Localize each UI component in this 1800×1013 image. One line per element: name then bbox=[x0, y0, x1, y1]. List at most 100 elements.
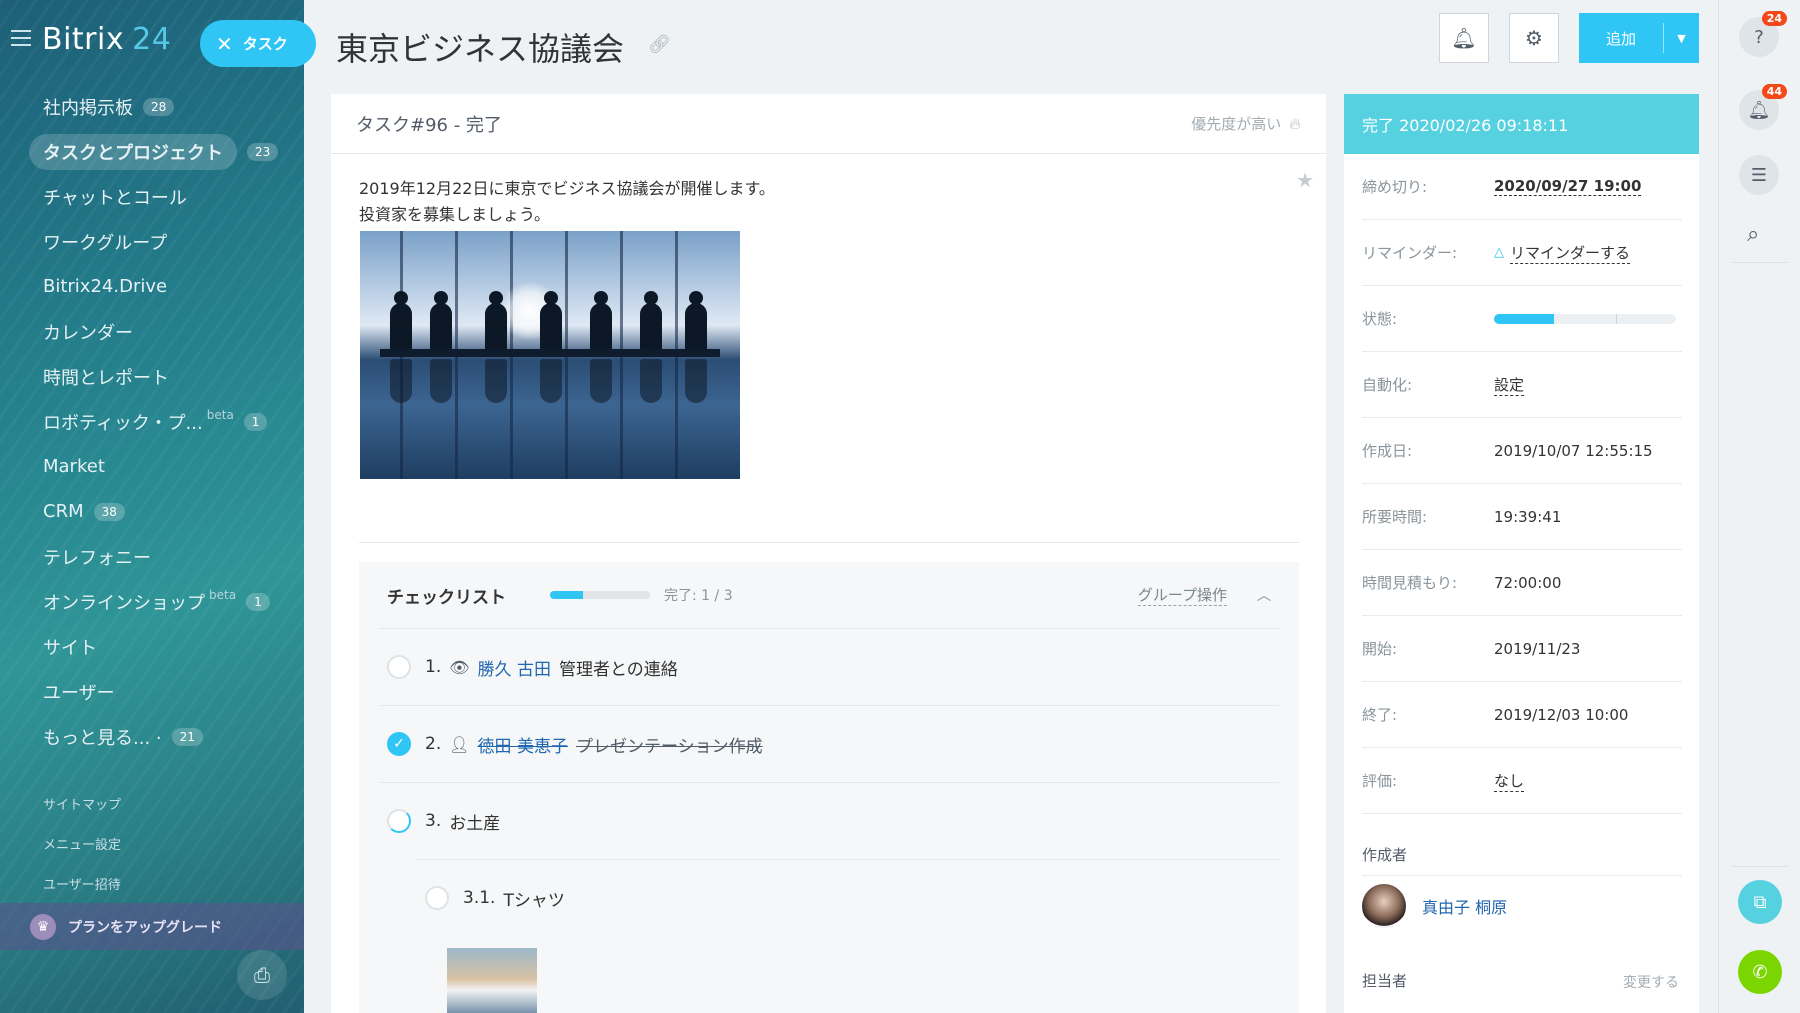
created-row: 作成日: 2019/10/07 12:55:15 bbox=[1362, 418, 1682, 484]
star-icon[interactable]: ★ bbox=[1296, 168, 1314, 192]
menu-settings-link[interactable]: メニュー設定 bbox=[43, 834, 121, 853]
checkbox-checked[interactable]: ✓ bbox=[387, 732, 411, 756]
task-pill-label: タスク bbox=[242, 35, 288, 53]
checklist-progress-bar bbox=[550, 591, 650, 599]
app-logo[interactable]: Bitrix 24 bbox=[42, 22, 171, 57]
field-label: 開始: bbox=[1362, 640, 1398, 658]
reflection bbox=[430, 359, 452, 403]
field-label: 自動化: bbox=[1362, 376, 1413, 394]
settings-button[interactable]: ⚙ bbox=[1509, 13, 1559, 63]
phone-button[interactable]: ✆ bbox=[1738, 950, 1782, 994]
sidebar-item-label: ユーザー bbox=[43, 682, 115, 704]
count-badge: 1 bbox=[246, 592, 270, 611]
rating-link[interactable]: なし bbox=[1494, 770, 1525, 792]
sidebar-item-drive[interactable]: Bitrix24.Drive bbox=[0, 264, 304, 309]
sidebar-item-calendar[interactable]: カレンダー bbox=[0, 309, 304, 354]
silhouette bbox=[430, 291, 452, 351]
item-text[interactable]: 管理者との連絡 bbox=[559, 655, 678, 680]
count-badge: 1 bbox=[243, 412, 268, 431]
sidebar-item-sites[interactable]: サイト bbox=[0, 624, 304, 669]
bell-icon: 🔔︎ bbox=[1747, 99, 1771, 121]
avatar[interactable] bbox=[1362, 884, 1406, 928]
user-icon: 👤︎ bbox=[449, 734, 470, 754]
deadline-value[interactable]: 2020/09/27 19:00 bbox=[1494, 177, 1642, 196]
question-icon: ? bbox=[1754, 26, 1764, 48]
sidebar-item-online-shop[interactable]: オンラインショップ beta 1 bbox=[0, 579, 304, 624]
creator-name-link[interactable]: 真由子 桐原 bbox=[1422, 894, 1507, 918]
checklist-item: 3. お土産 bbox=[379, 782, 1279, 859]
search-icon[interactable]: ⌕ bbox=[1747, 222, 1759, 247]
checkbox[interactable] bbox=[387, 655, 411, 679]
sidebar-item-label: CRM bbox=[43, 501, 84, 522]
start-row: 開始: 2019/11/23 bbox=[1362, 616, 1682, 682]
sitemap-link[interactable]: サイトマップ bbox=[43, 794, 121, 813]
item-text[interactable]: Tシャツ bbox=[503, 886, 564, 911]
flame-icon[interactable]: 🔥︎ bbox=[1289, 114, 1301, 134]
chevron-down-icon[interactable]: ▼ bbox=[1664, 32, 1699, 45]
sidebar-item-chat[interactable]: チャットとコール bbox=[0, 174, 304, 219]
help-button[interactable]: ? 24 bbox=[1739, 11, 1787, 57]
silhouette bbox=[685, 291, 707, 351]
silhouette bbox=[640, 291, 662, 351]
printer-icon[interactable]: ⎙ bbox=[237, 950, 287, 1000]
notifications-button[interactable]: 🔔︎ 44 bbox=[1739, 84, 1787, 130]
end-value: 2019/12/03 10:00 bbox=[1494, 705, 1629, 724]
silhouette bbox=[390, 291, 412, 351]
screen-icon: ⧉ bbox=[1753, 891, 1767, 913]
bell-button[interactable]: 🔔︎ bbox=[1439, 13, 1489, 63]
tshirt-thumbnail[interactable] bbox=[447, 948, 537, 1013]
sidebar-item-market[interactable]: Market bbox=[0, 444, 304, 489]
chat-button[interactable]: ☰ bbox=[1739, 155, 1779, 195]
group-action-link[interactable]: グループ操作 bbox=[1137, 584, 1227, 606]
sidebar-item-workgroups[interactable]: ワークグループ bbox=[0, 219, 304, 264]
sidebar-item-news[interactable]: 社内掲示板 28 bbox=[0, 84, 304, 129]
sidebar-item-crm[interactable]: CRM 38 bbox=[0, 489, 304, 534]
gear-icon: ⚙ bbox=[1525, 26, 1543, 50]
item-text[interactable]: プレゼンテーション作成 bbox=[576, 732, 763, 757]
checklist-item: 1. 👁︎ 勝久 古田 管理者との連絡 bbox=[379, 628, 1279, 705]
meeting-table bbox=[380, 349, 720, 357]
count-badge: 28 bbox=[143, 97, 175, 116]
screen-share-button[interactable]: ⧉ bbox=[1738, 880, 1782, 924]
invite-users-link[interactable]: ユーザー招待 bbox=[43, 874, 121, 893]
estimate-row: 時間見積もり: 72:00:00 bbox=[1362, 550, 1682, 616]
item-number: 1. bbox=[425, 657, 442, 677]
sidebar-item-users[interactable]: ユーザー bbox=[0, 669, 304, 714]
reminder-link[interactable]: リマインダーする bbox=[1510, 242, 1631, 264]
task-tab-pill[interactable]: ✕ タスク bbox=[200, 20, 316, 67]
beta-label: beta bbox=[209, 587, 237, 602]
meeting-photo[interactable] bbox=[360, 231, 740, 479]
field-label: 締め切り: bbox=[1362, 178, 1428, 196]
task-card: タスク#96 - 完了 優先度が高い 🔥︎ ★ 2019年12月22日に東京でビ… bbox=[331, 94, 1326, 1013]
reflection bbox=[640, 359, 662, 403]
user-link[interactable]: 徳田 美恵子 bbox=[478, 732, 568, 757]
checkbox[interactable] bbox=[425, 886, 449, 910]
priority-label[interactable]: 優先度が高い bbox=[1191, 113, 1281, 134]
sidebar-item-label: サイト bbox=[43, 637, 97, 659]
sidebar-item-rpa[interactable]: ロボティック・プ... beta 1 bbox=[0, 399, 304, 444]
checklist-header: チェックリスト 完了: 1 / 3 グループ操作 ︿ bbox=[359, 562, 1299, 628]
checkbox-partial[interactable] bbox=[387, 809, 411, 833]
automation-link[interactable]: 設定 bbox=[1494, 374, 1525, 396]
sidebar-item-time-reports[interactable]: 時間とレポート bbox=[0, 354, 304, 399]
close-icon[interactable]: ✕ bbox=[216, 32, 233, 56]
sidebar-item-telephony[interactable]: テレフォニー bbox=[0, 534, 304, 579]
sidebar-item-tasks[interactable]: タスクとプロジェクト 23 bbox=[0, 129, 304, 174]
chat-icon: ☰ bbox=[1750, 164, 1768, 186]
chevron-up-icon[interactable]: ︿ bbox=[1257, 585, 1271, 605]
field-label: 所要時間: bbox=[1362, 508, 1428, 526]
menu-icon[interactable] bbox=[11, 30, 31, 46]
estimate-value: 72:00:00 bbox=[1494, 573, 1562, 592]
user-link[interactable]: 勝久 古田 bbox=[478, 655, 551, 680]
sidebar-item-more[interactable]: もっと見る... · 21 bbox=[0, 714, 304, 759]
upgrade-plan-button[interactable]: ♛ プランをアップグレード bbox=[0, 903, 304, 950]
item-text[interactable]: お土産 bbox=[449, 809, 500, 834]
add-button-label: 追加 bbox=[1605, 29, 1636, 48]
link-icon[interactable]: 🔗︎ bbox=[648, 34, 671, 55]
change-assignee-link[interactable]: 変更する bbox=[1623, 972, 1679, 992]
beta-label: beta bbox=[206, 407, 234, 422]
status-header: 完了 2020/02/26 09:18:11 bbox=[1344, 94, 1699, 154]
item-number: 2. bbox=[425, 734, 442, 754]
sidebar-item-label: 社内掲示板 bbox=[43, 97, 133, 119]
add-button[interactable]: 追加 ▼ bbox=[1579, 13, 1699, 63]
